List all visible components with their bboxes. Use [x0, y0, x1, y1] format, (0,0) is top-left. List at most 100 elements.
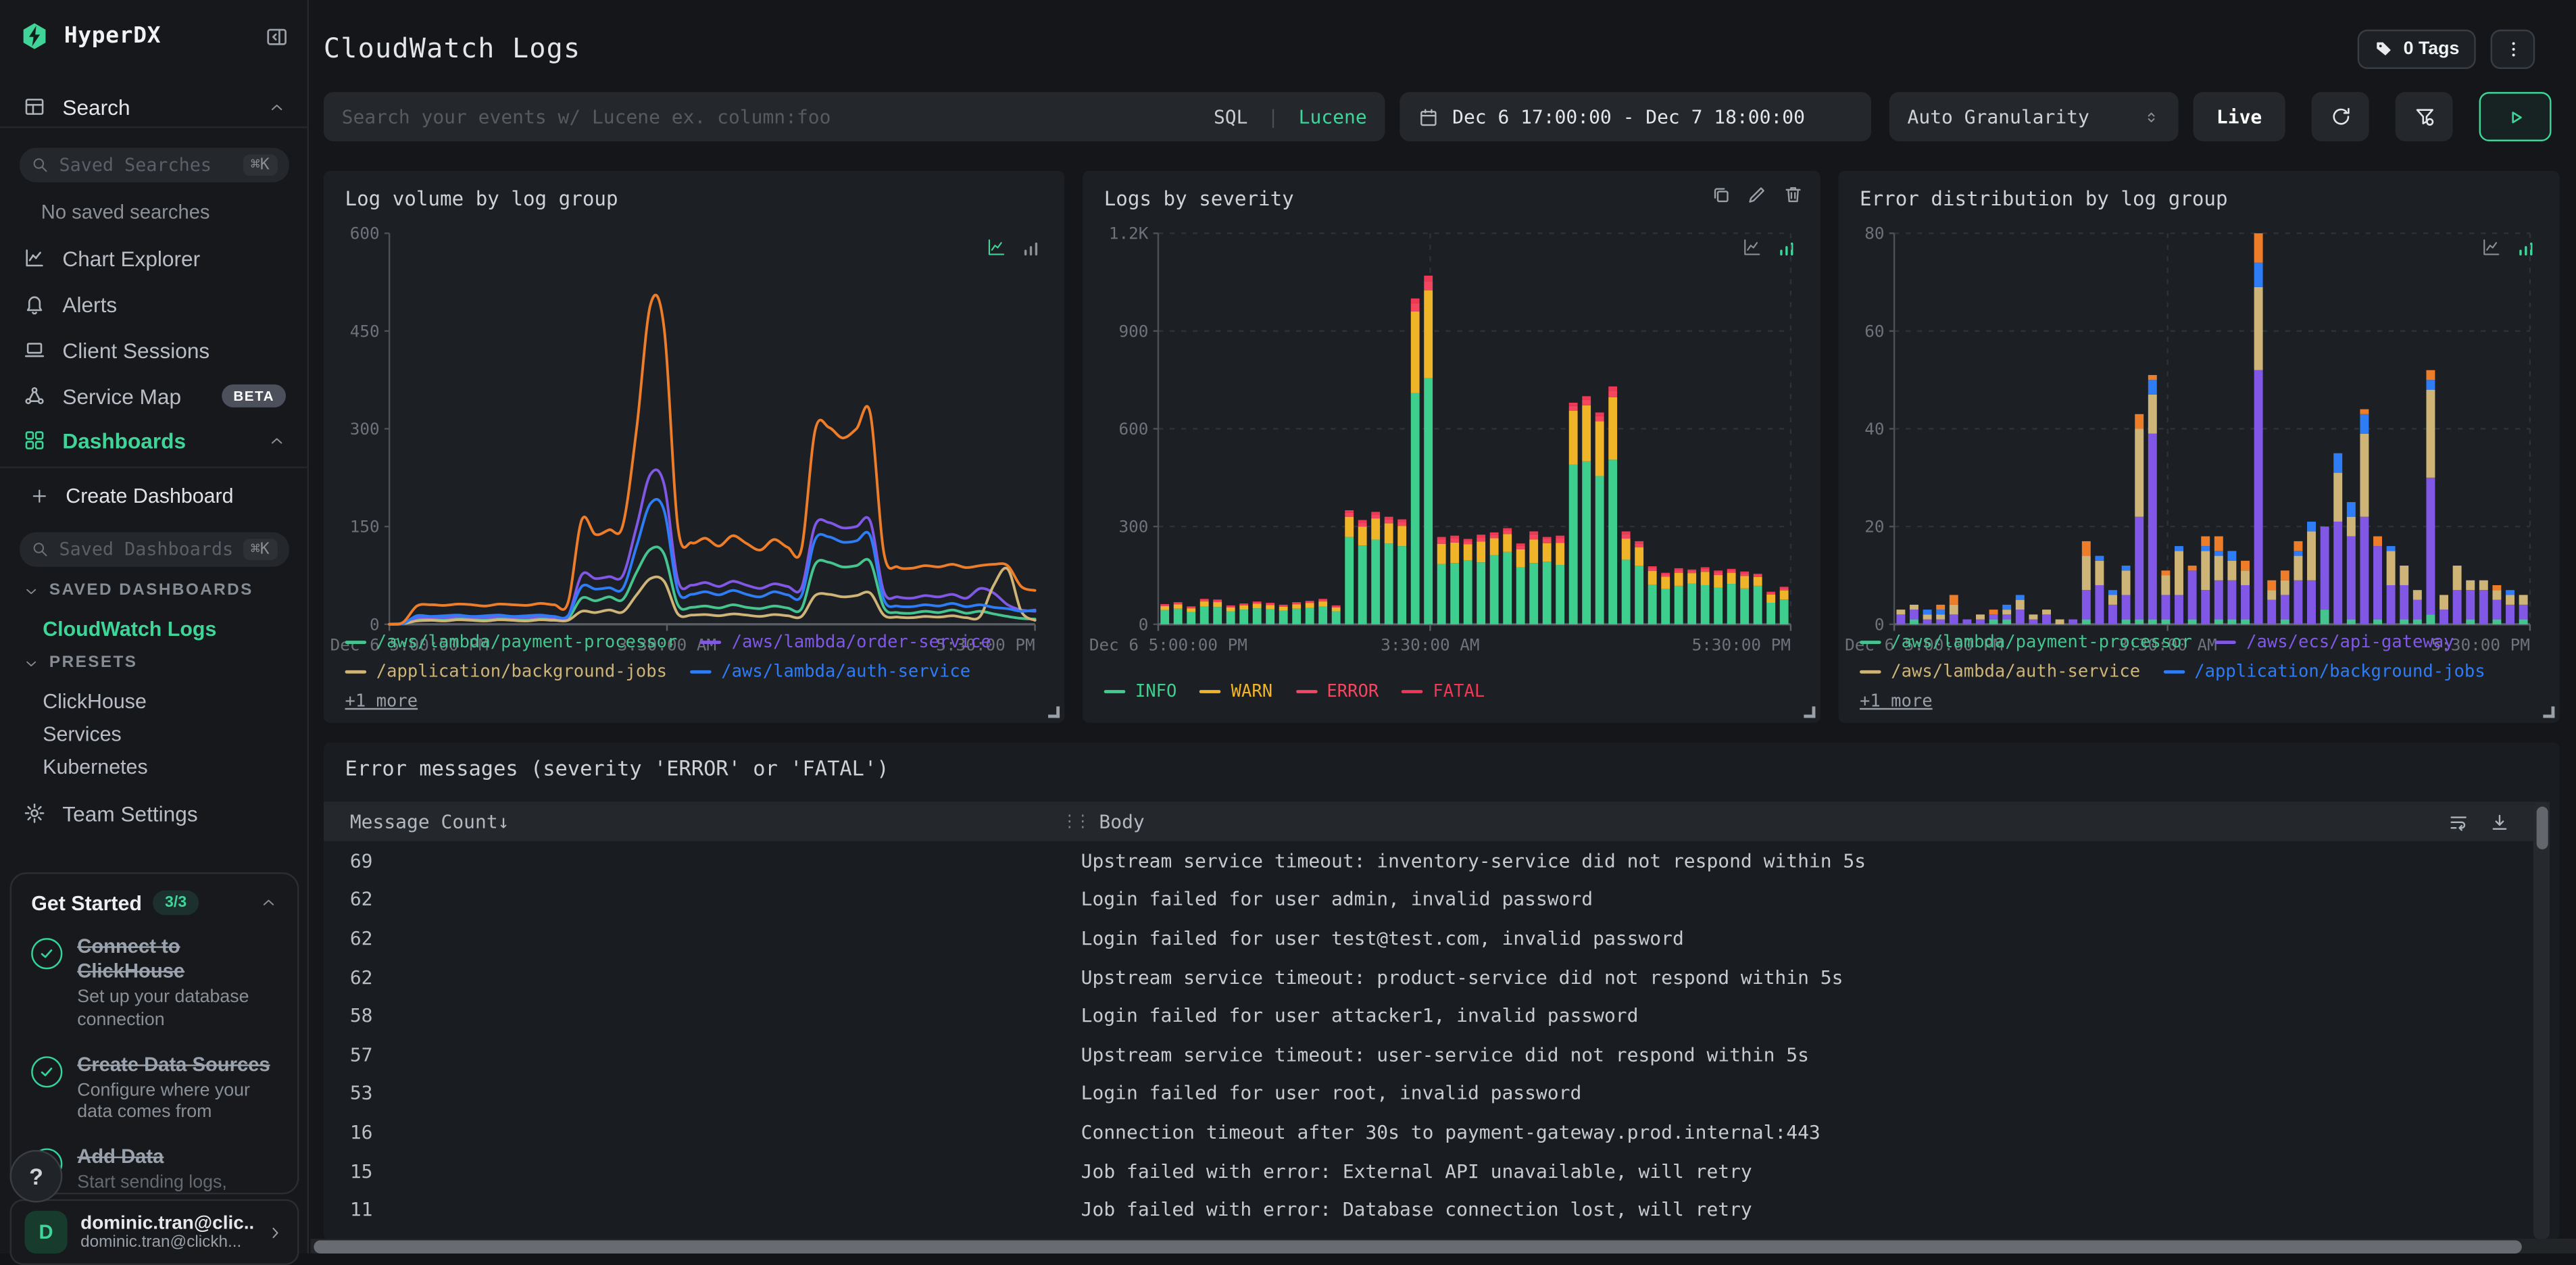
granularity-select[interactable]: Auto Granularity: [1889, 92, 2179, 142]
filter-button[interactable]: [2395, 92, 2453, 142]
saved-dashboards-input[interactable]: Saved Dashboards ⌘K: [20, 532, 289, 567]
get-started-item[interactable]: Create Data Sources Configure where your …: [31, 1052, 278, 1125]
table-row[interactable]: 16 Connection timeout after 30s to paymen…: [324, 1112, 2530, 1151]
lucene-toggle[interactable]: Lucene: [1299, 105, 1367, 128]
sidebar-item-dashboards[interactable]: Dashboards: [0, 418, 309, 464]
sort-desc-icon: ↓: [497, 810, 510, 833]
get-started-item[interactable]: Add Data Start sending logs, metrics, or …: [31, 1145, 278, 1193]
legend-item[interactable]: /aws/lambda/auth-service: [690, 660, 970, 683]
resize-handle[interactable]: [1048, 706, 1060, 718]
collapse-sidebar-icon[interactable]: [264, 24, 289, 48]
column-header-message-count[interactable]: Message Count↓: [350, 810, 510, 833]
legend-label: /aws/lambda/order-service: [731, 632, 991, 653]
run-query-button[interactable]: [2479, 92, 2552, 142]
svg-text:600: 600: [350, 224, 380, 243]
legend-item[interactable]: /aws/lambda/auth-service: [1860, 660, 2140, 683]
get-started-item[interactable]: Connect to ClickHouse Set up your databas…: [31, 935, 278, 1033]
dashboard-link-cloudwatch-logs[interactable]: CloudWatch Logs: [0, 618, 309, 641]
legend-swatch: [2214, 641, 2237, 644]
section-header-presets[interactable]: PRESETS: [0, 654, 309, 672]
shortcut-badge: ⌘K: [242, 154, 278, 176]
chevron-up-icon: [268, 98, 286, 116]
no-saved-searches-text: No saved searches: [41, 200, 210, 224]
legend-item[interactable]: /application/background-jobs: [345, 660, 667, 683]
tags-button[interactable]: 0 Tags: [2357, 29, 2476, 70]
table-row[interactable]: 62 Upstream service timeout: product-serv…: [324, 958, 2530, 996]
chevron-down-icon: [23, 655, 39, 671]
user-menu[interactable]: D dominic.tran@clic... dominic.tran@clic…: [9, 1199, 299, 1265]
table-scrollbar-thumb[interactable]: [2535, 806, 2548, 849]
table-row[interactable]: 57 Upstream service timeout: user-service…: [324, 1035, 2530, 1074]
language-divider: |: [1267, 105, 1279, 128]
app-window: HyperDX Search Saved Searches ⌘K No save…: [0, 0, 2576, 1265]
legend-label: WARN: [1231, 681, 1273, 702]
legend-item[interactable]: INFO: [1104, 680, 1176, 703]
sidebar-item-team-settings[interactable]: Team Settings: [0, 790, 309, 836]
table-row[interactable]: 69 Upstream service timeout: inventory-se…: [324, 841, 2530, 880]
table-row[interactable]: 58 Login failed for user attacker1, inval…: [324, 996, 2530, 1035]
legend-swatch: [1295, 690, 1317, 693]
chevron-up-icon[interactable]: [259, 894, 278, 912]
table-row[interactable]: 62 Login failed for user test@test.com, i…: [324, 918, 2530, 957]
download-icon[interactable]: [2489, 811, 2510, 833]
cell-message-count: 69: [349, 849, 373, 872]
horizontal-scrollbar[interactable]: [310, 1239, 2576, 1254]
sidebar-item-label: Service Map: [62, 383, 182, 409]
drag-handle-icon[interactable]: ⋮⋮: [1062, 812, 1091, 830]
wrap-text-icon[interactable]: [2448, 811, 2469, 833]
svg-text:300: 300: [1118, 517, 1148, 537]
sidebar-item-service-map[interactable]: Service Map BETA: [0, 373, 309, 419]
dashboard-link-kubernetes[interactable]: Kubernetes: [0, 755, 309, 778]
section-header-saved-dashboards[interactable]: SAVED DASHBOARDS: [0, 582, 309, 599]
legend-item[interactable]: /aws/lambda/payment-processor: [345, 631, 677, 654]
legend-item[interactable]: /aws/lambda/order-service: [700, 631, 991, 654]
cell-message-count: 16: [349, 1120, 373, 1143]
sidebar-item-chart-explorer[interactable]: Chart Explorer: [0, 235, 309, 281]
legend-item[interactable]: ERROR: [1295, 680, 1379, 703]
saved-searches-input[interactable]: Saved Searches ⌘K: [20, 147, 289, 182]
legend-label: /aws/lambda/auth-service: [721, 662, 971, 682]
table-scrollbar[interactable]: [2533, 801, 2550, 1241]
dashboard-link-services[interactable]: Services: [0, 723, 309, 746]
legend-item[interactable]: WARN: [1199, 680, 1272, 703]
resize-handle[interactable]: [2543, 706, 2555, 718]
filter-icon: [2412, 105, 2435, 128]
select-arrows-icon: [2142, 107, 2160, 126]
legend-item[interactable]: FATAL: [1402, 680, 1485, 703]
cell-body: Login failed for user root, invalid pass…: [1081, 1081, 1582, 1105]
sql-toggle[interactable]: SQL: [1214, 105, 1248, 128]
resize-handle[interactable]: [1804, 706, 1816, 718]
legend-label: /aws/lambda/payment-processor: [1891, 632, 2192, 653]
time-range-picker[interactable]: Dec 6 17:00:00 - Dec 7 18:00:00: [1400, 92, 1872, 142]
sidebar-item-client-sessions[interactable]: Client Sessions: [0, 327, 309, 373]
live-button[interactable]: Live: [2193, 92, 2285, 142]
legend-more-link[interactable]: +1 more: [345, 690, 418, 713]
sidebar-item-label: Chart Explorer: [62, 245, 201, 270]
legend-item[interactable]: /application/background-jobs: [2163, 660, 2485, 683]
legend-more-link[interactable]: +1 more: [1860, 690, 1933, 713]
table-row[interactable]: 11 Job failed with error: Database connec…: [324, 1190, 2530, 1229]
get-started-item-text: Create Data Sources Configure where your …: [77, 1052, 278, 1125]
legend-item[interactable]: /aws/ecs/api-gateway: [2214, 631, 2454, 654]
svg-text:40: 40: [1864, 419, 1884, 439]
refresh-button[interactable]: [2311, 92, 2369, 142]
table-row[interactable]: 15 Job failed with error: External API un…: [324, 1151, 2530, 1190]
get-started-item-text: Connect to ClickHouse Set up your databas…: [77, 935, 278, 1033]
table-row[interactable]: 53 Login failed for user root, invalid pa…: [324, 1074, 2530, 1112]
chart-panel-log-volume: Log volume by log group 0 150 300 450 600 Dec…: [323, 170, 1065, 723]
svg-text:20: 20: [1864, 517, 1884, 537]
legend-swatch: [700, 641, 722, 644]
horizontal-scrollbar-thumb[interactable]: [314, 1239, 2522, 1253]
legend-label: ERROR: [1327, 681, 1379, 702]
legend-item[interactable]: /aws/lambda/payment-processor: [1860, 631, 2192, 654]
cell-body: Upstream service timeout: user-service d…: [1081, 1043, 1809, 1066]
sidebar-item-alerts[interactable]: Alerts: [0, 281, 309, 327]
event-search-input[interactable]: Search your events w/ Lucene ex. column:…: [323, 92, 1385, 142]
column-header-body[interactable]: ⋮⋮ Body: [1062, 810, 1145, 833]
help-button[interactable]: ?: [9, 1149, 63, 1203]
create-dashboard-button[interactable]: Create Dashboard: [0, 473, 309, 519]
sidebar-item-search[interactable]: Search: [0, 84, 309, 130]
table-row[interactable]: 62 Login failed for user admin, invalid p…: [324, 880, 2530, 918]
dashboard-menu-button[interactable]: [2490, 29, 2535, 70]
dashboard-link-clickhouse[interactable]: ClickHouse: [0, 690, 309, 713]
